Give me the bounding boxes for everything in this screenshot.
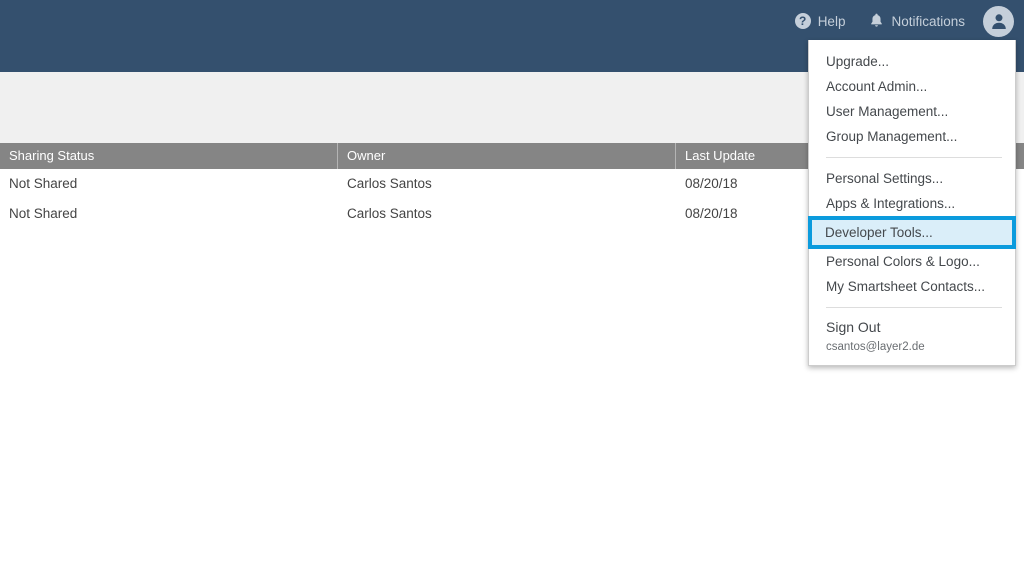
account-email: csantos@layer2.de bbox=[826, 341, 925, 353]
menu-separator bbox=[826, 157, 1002, 158]
notifications-label: Notifications bbox=[891, 13, 965, 29]
cell-owner: Carlos Santos bbox=[347, 176, 432, 191]
help-label: Help bbox=[817, 13, 846, 29]
menu-item-sign-out[interactable]: Sign Out bbox=[809, 316, 1015, 338]
menu-item-group-management[interactable]: Group Management... bbox=[809, 124, 1015, 149]
cell-owner: Carlos Santos bbox=[347, 206, 432, 221]
column-header-owner[interactable]: Owner bbox=[338, 143, 676, 169]
menu-separator bbox=[826, 307, 1002, 308]
help-circle-icon: ? bbox=[794, 13, 811, 29]
user-avatar-button[interactable] bbox=[983, 5, 1014, 37]
cell-sharing-status: Not Shared bbox=[9, 206, 78, 221]
menu-item-account-admin[interactable]: Account Admin... bbox=[809, 74, 1015, 99]
bell-icon bbox=[869, 13, 884, 29]
notifications-button[interactable]: Notifications bbox=[857, 0, 977, 42]
menu-item-apps-integrations[interactable]: Apps & Integrations... bbox=[809, 191, 1015, 216]
menu-item-personal-colors-logo[interactable]: Personal Colors & Logo... bbox=[809, 249, 1015, 274]
menu-item-personal-settings[interactable]: Personal Settings... bbox=[809, 166, 1015, 191]
menu-item-developer-tools[interactable]: Developer Tools... bbox=[808, 216, 1016, 249]
account-dropdown-menu: Upgrade... Account Admin... User Managem… bbox=[808, 40, 1016, 366]
cell-sharing-status: Not Shared bbox=[9, 176, 78, 191]
app-header-actions: ? Help Notifications bbox=[783, 0, 1024, 42]
menu-item-my-smartsheet-contacts[interactable]: My Smartsheet Contacts... bbox=[809, 274, 1015, 299]
menu-item-upgrade[interactable]: Upgrade... bbox=[809, 49, 1015, 74]
help-button[interactable]: ? Help bbox=[783, 0, 858, 42]
column-header-sharing-status[interactable]: Sharing Status bbox=[0, 143, 338, 169]
user-avatar-icon bbox=[991, 14, 1006, 29]
menu-item-user-management[interactable]: User Management... bbox=[809, 99, 1015, 124]
